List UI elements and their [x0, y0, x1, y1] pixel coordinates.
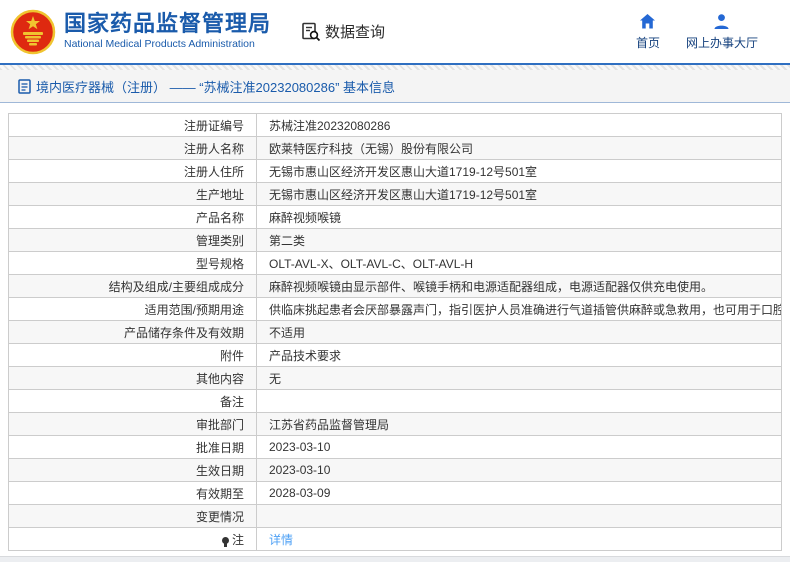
- document-search-icon: [302, 22, 321, 41]
- table-row: 其他内容无: [8, 366, 782, 390]
- row-label: 批准日期: [8, 435, 257, 459]
- row-label: 管理类别: [8, 228, 257, 252]
- row-value: 供临床挑起患者会厌部暴露声门，指引医护人员准确进行气道插管供麻醉或急救用，也可用…: [256, 297, 782, 321]
- row-value: 苏械注准20232080286: [256, 113, 782, 137]
- table-row: 结构及组成/主要组成成分 麻醉视频喉镜由显示部件、喉镜手柄和电源适配器组成，电源适…: [8, 274, 782, 298]
- row-value: 第二类: [256, 228, 782, 252]
- table-row: 注详情: [8, 527, 782, 551]
- table-row: 有效期至 2028-03-09: [8, 481, 782, 505]
- table-row: 备注: [8, 389, 782, 413]
- row-label: 审批部门: [8, 412, 257, 436]
- footer-strip: [0, 556, 790, 562]
- table-row: 产品名称 麻醉视频喉镜: [8, 205, 782, 229]
- row-label: 变更情况: [8, 504, 257, 528]
- home-icon: [640, 13, 656, 28]
- table-row: 型号规格 OLT-AVL-X、OLT-AVL-C、OLT-AVL-H: [8, 251, 782, 275]
- site-title-block: 国家药品监督管理局 National Medical Products Admi…: [64, 11, 272, 51]
- row-label: 注册人名称: [8, 136, 257, 160]
- note-icon: [221, 536, 229, 547]
- breadcrumb: 境内医疗器械（注册） —— “苏械注准20232080286” 基本信息: [0, 70, 790, 103]
- org-name-cn: 国家药品监督管理局: [64, 11, 272, 37]
- table-row: 审批部门 江苏省药品监督管理局: [8, 412, 782, 436]
- table-row: 注册人住所 无锡市惠山区经济开发区惠山大道1719-12号501室: [8, 159, 782, 183]
- row-label: 结构及组成/主要组成成分: [8, 274, 257, 298]
- row-value: 2028-03-09: [256, 481, 782, 505]
- page-icon: [18, 78, 31, 94]
- row-label: 适用范围/预期用途: [8, 297, 257, 321]
- table-row: 生效日期 2023-03-10: [8, 458, 782, 482]
- nav-home-label: 首页: [635, 35, 660, 50]
- data-query-section[interactable]: 数据查询: [301, 21, 385, 42]
- row-label: 注册证编号: [8, 113, 257, 137]
- row-value: 麻醉视频喉镜由显示部件、喉镜手柄和电源适配器组成，电源适配器仅供充电使用。: [256, 274, 782, 298]
- row-value: 无锡市惠山区经济开发区惠山大道1719-12号501室: [256, 182, 782, 206]
- table-row: 变更情况: [8, 504, 782, 528]
- table-row: 附件 产品技术要求: [8, 343, 782, 367]
- table-row: 管理类别 第二类: [8, 228, 782, 252]
- row-value: 麻醉视频喉镜: [256, 205, 782, 229]
- table-row: 注册证编号 苏械注准20232080286: [8, 113, 782, 137]
- row-value: 产品技术要求: [256, 343, 782, 367]
- national-emblem-logo: [10, 9, 56, 54]
- row-label: 注: [8, 527, 257, 551]
- nav-service-hall-label: 网上办事大厅: [685, 35, 758, 50]
- breadcrumb-text: 境内医疗器械（注册） —— “苏械注准20232080286” 基本信息: [36, 79, 396, 95]
- row-label: 备注: [8, 389, 257, 413]
- row-value: 2023-03-10: [256, 435, 782, 459]
- row-label: 产品储存条件及有效期: [8, 320, 257, 344]
- data-query-label: 数据查询: [325, 24, 386, 41]
- registration-info-table: 注册证编号 苏械注准20232080286 注册人名称 欧莱特医疗科技（无锡）股份有限…: [8, 113, 782, 551]
- row-label: 附件: [8, 343, 257, 367]
- row-label: 注册人住所: [8, 159, 257, 183]
- registration-info-section: 注册证编号 苏械注准20232080286 注册人名称 欧莱特医疗科技（无锡）股份有限…: [0, 103, 790, 551]
- row-value: 欧莱特医疗科技（无锡）股份有限公司: [256, 136, 782, 160]
- row-label: 生产地址: [8, 182, 257, 206]
- row-label: 其他内容: [8, 366, 257, 390]
- row-label: 型号规格: [8, 251, 257, 275]
- table-row: 生产地址 无锡市惠山区经济开发区惠山大道1719-12号501室: [8, 182, 782, 206]
- row-value: 详情: [256, 527, 782, 551]
- nav-item-home[interactable]: 首页: [636, 13, 660, 51]
- site-header: 国家药品监督管理局 National Medical Products Admi…: [0, 0, 790, 63]
- row-value: 江苏省药品监督管理局: [256, 412, 782, 436]
- row-label: 生效日期: [8, 458, 257, 482]
- row-value: 2023-03-10: [256, 458, 782, 482]
- row-value: 不适用: [256, 320, 782, 344]
- org-name-en: National Medical Products Administration: [64, 38, 255, 51]
- detail-link[interactable]: 详情: [269, 533, 293, 547]
- row-label: 有效期至: [8, 481, 257, 505]
- row-value: 无锡市惠山区经济开发区惠山大道1719-12号501室: [256, 159, 782, 183]
- header-nav: 首页 网上办事大厅: [636, 13, 772, 51]
- info-table-body: 注册证编号 苏械注准20232080286 注册人名称 欧莱特医疗科技（无锡）股份有限…: [8, 113, 782, 551]
- person-icon: [714, 13, 729, 29]
- table-row: 注册人名称 欧莱特医疗科技（无锡）股份有限公司: [8, 136, 782, 160]
- table-row: 产品储存条件及有效期 不适用: [8, 320, 782, 344]
- table-row: 批准日期 2023-03-10: [8, 435, 782, 459]
- row-value: 无: [256, 366, 782, 390]
- nav-item-service-hall[interactable]: 网上办事大厅: [686, 13, 758, 51]
- table-row: 适用范围/预期用途 供临床挑起患者会厌部暴露声门，指引医护人员准确进行气道插管供麻…: [8, 297, 782, 321]
- row-value: [256, 389, 782, 413]
- row-value: OLT-AVL-X、OLT-AVL-C、OLT-AVL-H: [256, 251, 782, 275]
- row-label: 产品名称: [8, 205, 257, 229]
- row-value: [256, 504, 782, 528]
